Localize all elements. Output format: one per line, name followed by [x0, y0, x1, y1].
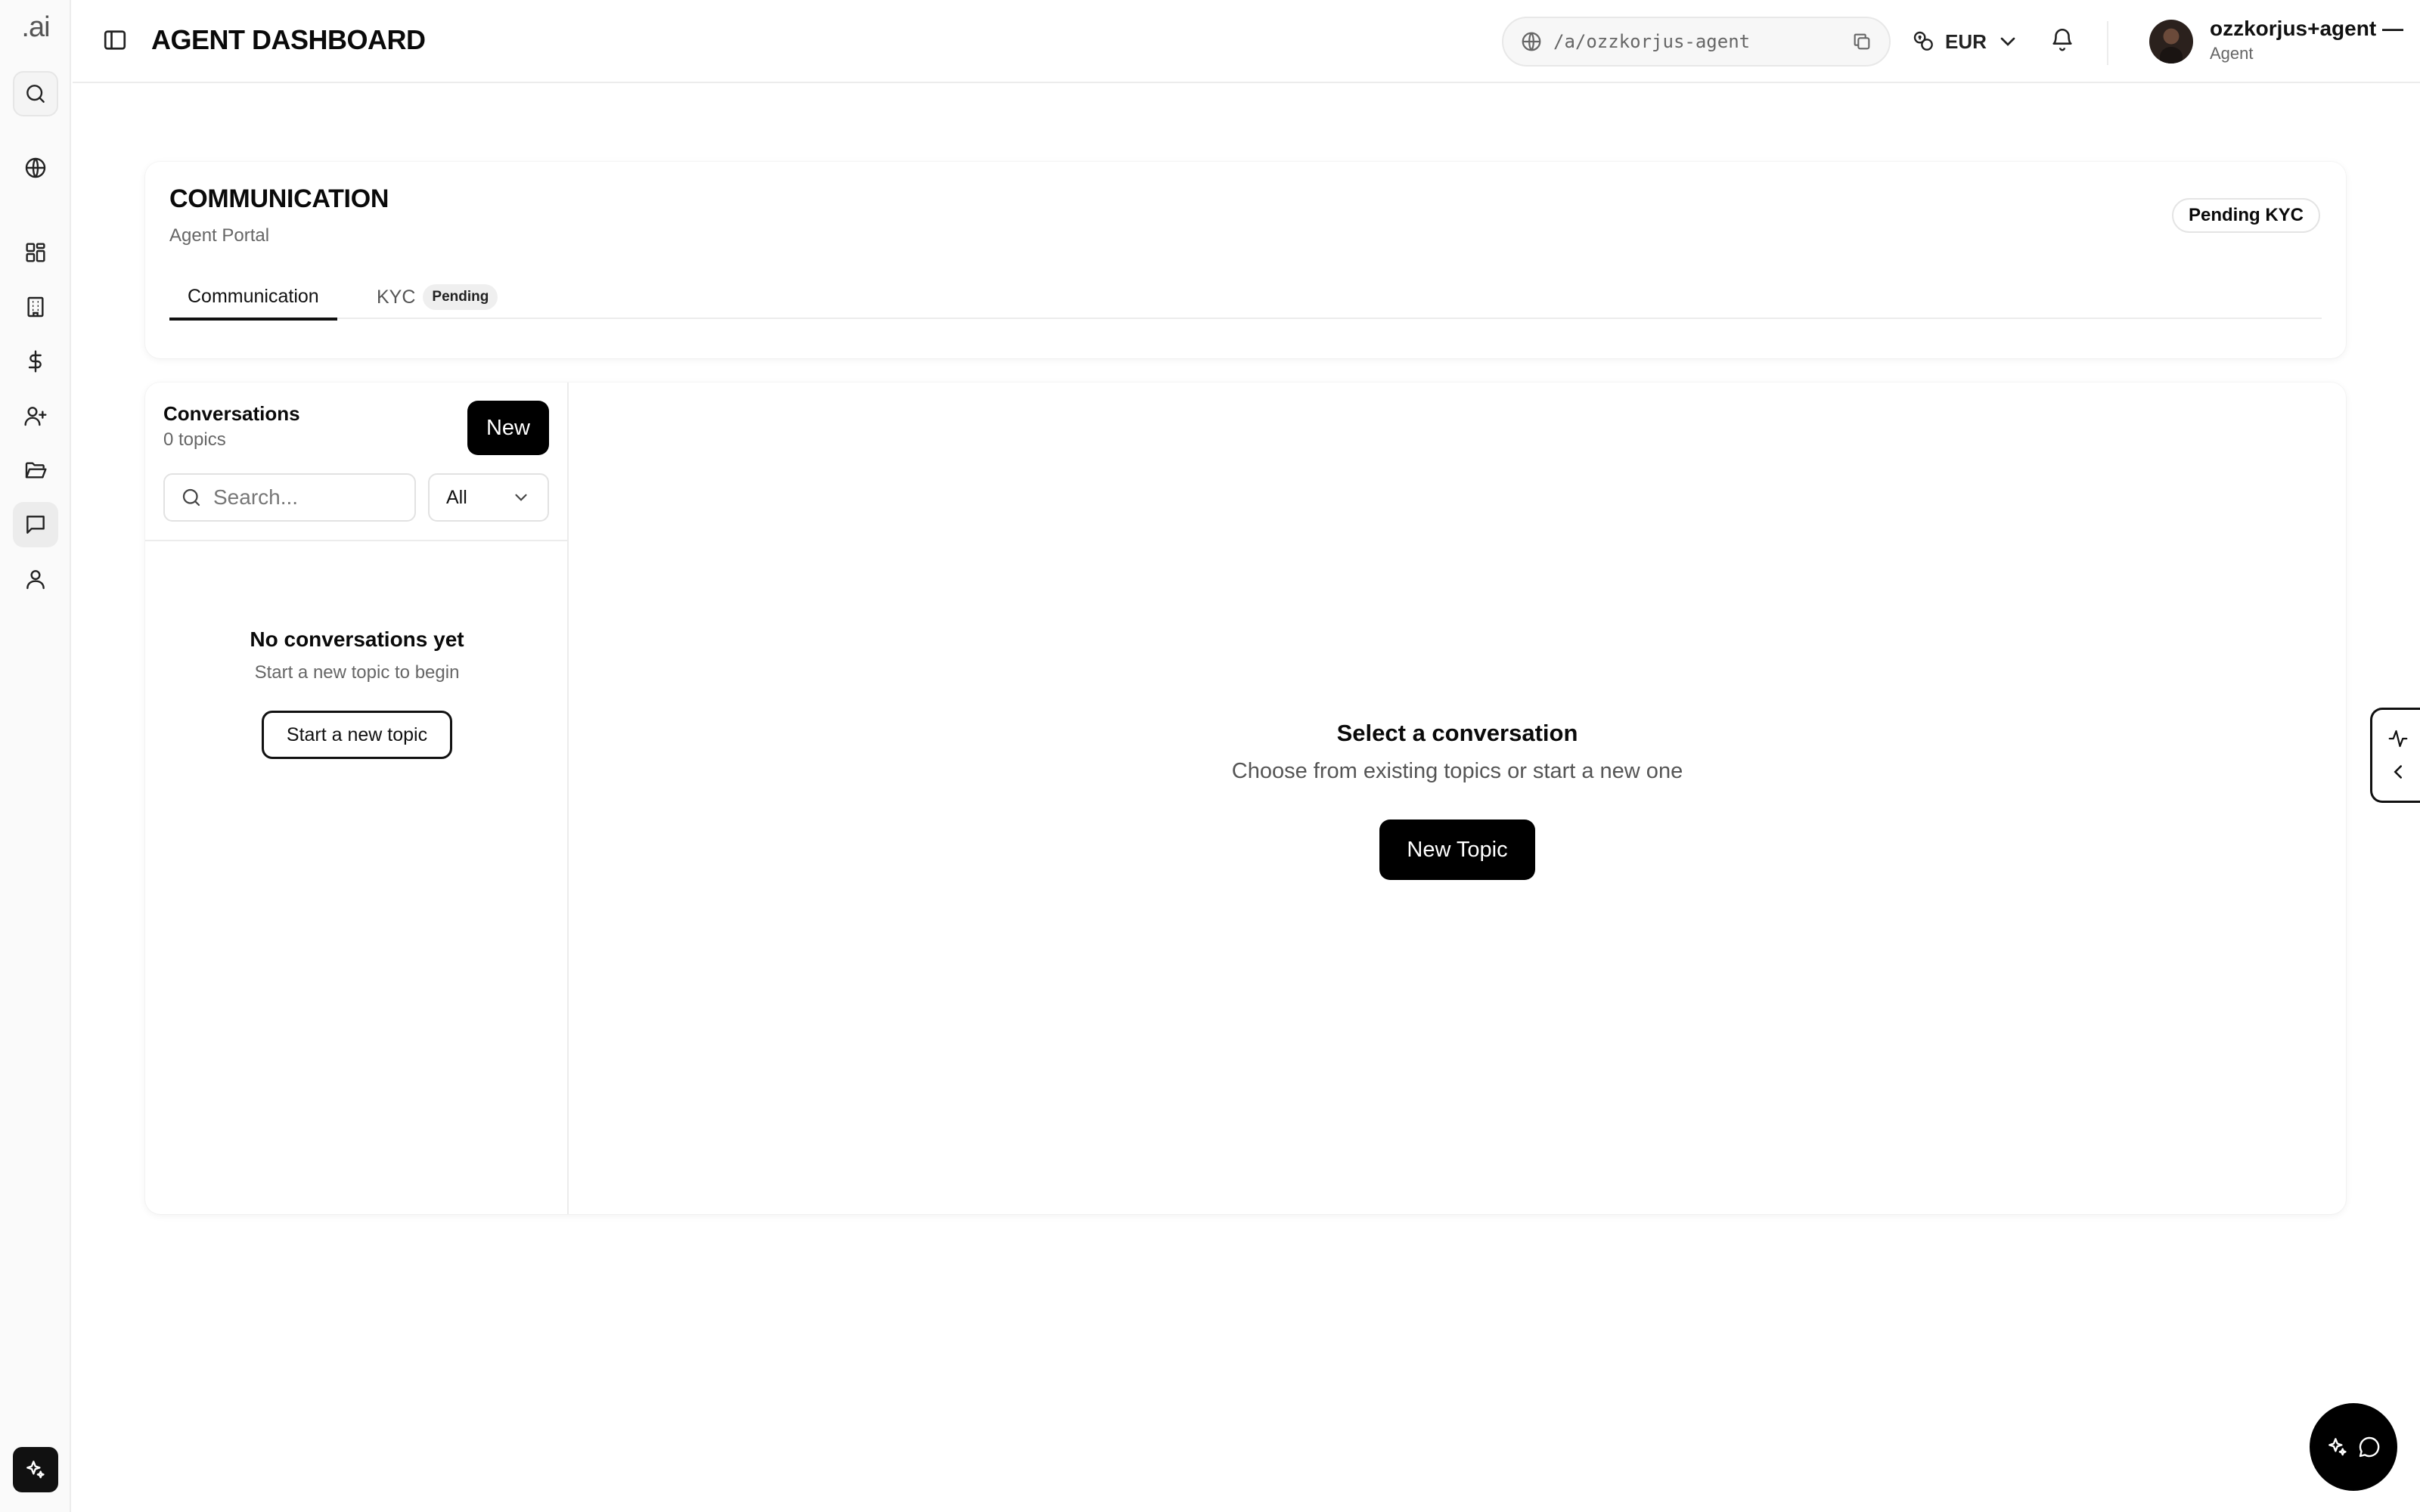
coins-icon — [1912, 29, 1936, 54]
new-conversation-button[interactable]: New — [467, 401, 549, 455]
status-badge: Pending KYC — [2171, 198, 2320, 233]
currency-selector[interactable]: EUR — [1912, 23, 2020, 60]
rail-communication-button[interactable] — [13, 502, 58, 547]
header-divider — [2107, 21, 2108, 65]
currency-label: EUR — [1945, 29, 1987, 53]
rail-add-user-button[interactable] — [13, 393, 58, 438]
tab-status-badge: Pending — [423, 284, 498, 310]
tab-kyc[interactable]: KYC Pending — [358, 275, 498, 319]
user-name[interactable]: ozzkorjus+agent — — [2210, 17, 2403, 41]
detail-empty-title: Select a conversation — [1336, 720, 1578, 746]
activity-panel-toggle[interactable] — [2370, 708, 2420, 803]
rail-profile-button[interactable] — [13, 556, 58, 602]
new-topic-button[interactable]: New Topic — [1379, 820, 1535, 880]
list-divider — [145, 540, 569, 541]
chevron-down-icon — [511, 488, 531, 507]
notifications-button[interactable] — [2049, 26, 2075, 52]
conversations-card: Conversations 0 topics New All No conver… — [145, 383, 2346, 1214]
agent-url-text: /a/ozzkorjus-agent — [1553, 31, 1751, 52]
empty-state-subtitle: Start a new topic to begin — [254, 662, 460, 683]
user-role: Agent — [2210, 44, 2254, 63]
sparkles-icon — [2325, 1435, 2350, 1459]
dashboard-icon — [23, 240, 48, 265]
rail-dashboard-button[interactable] — [13, 230, 58, 275]
activity-icon — [2387, 727, 2409, 750]
empty-state-title: No conversations yet — [250, 627, 464, 651]
conversation-list-panel: Conversations 0 topics New All No conver… — [145, 383, 569, 1214]
topic-filter-select[interactable]: All — [428, 473, 549, 522]
chevron-down-icon — [1996, 29, 2020, 54]
search-input[interactable] — [213, 485, 395, 510]
user-icon — [23, 567, 48, 591]
search-icon — [180, 486, 203, 509]
conversations-title: Conversations — [163, 402, 300, 425]
chevron-left-icon — [2387, 761, 2409, 783]
start-new-topic-button[interactable]: Start a new topic — [262, 711, 452, 759]
bell-icon — [2049, 26, 2075, 52]
tab-bar: Communication KYC Pending — [169, 275, 2322, 321]
globe-icon — [1520, 30, 1543, 53]
section-subtitle: Agent Portal — [169, 225, 270, 246]
detail-empty-subtitle: Choose from existing topics or start a n… — [1231, 759, 1683, 783]
sidebar-toggle-button[interactable] — [101, 26, 132, 57]
top-header: AGENT DASHBOARD /a/ozzkorjus-agent EUR o… — [73, 0, 2420, 83]
sparkles-icon — [23, 1458, 48, 1482]
rail-search-button[interactable] — [13, 71, 58, 116]
avatar[interactable] — [2149, 20, 2193, 64]
page-header-card: COMMUNICATION Agent Portal Pending KYC C… — [145, 162, 2346, 358]
icon-rail: .ai — [0, 0, 71, 1512]
rail-files-button[interactable] — [13, 448, 58, 493]
rail-ai-button[interactable] — [13, 1447, 58, 1492]
rail-building-button[interactable] — [13, 284, 58, 330]
tab-label: KYC — [377, 286, 416, 308]
topics-count: 0 topics — [163, 429, 226, 450]
filter-value: All — [446, 486, 467, 508]
dollar-icon — [23, 349, 48, 373]
rail-globe-button[interactable] — [13, 145, 58, 191]
search-field[interactable] — [163, 473, 416, 522]
section-title: COMMUNICATION — [169, 184, 389, 213]
search-icon — [23, 82, 48, 106]
message-square-icon — [23, 513, 48, 537]
panel-left-icon — [101, 26, 132, 54]
globe-icon — [23, 156, 48, 180]
copy-url-button[interactable] — [1851, 31, 1872, 52]
chat-bubble-icon — [2357, 1435, 2381, 1459]
app-logo[interactable]: .ai — [0, 8, 71, 47]
rail-finance-button[interactable] — [13, 339, 58, 384]
page-title: AGENT DASHBOARD — [151, 24, 426, 55]
tab-label: Communication — [188, 285, 319, 307]
building-icon — [23, 295, 48, 319]
folder-open-icon — [23, 458, 48, 482]
assistant-chat-button[interactable] — [2310, 1403, 2397, 1491]
tab-communication[interactable]: Communication — [169, 275, 337, 321]
copy-icon — [1854, 33, 1870, 50]
user-plus-icon — [23, 404, 48, 428]
agent-url-pill: /a/ozzkorjus-agent — [1502, 17, 1891, 67]
